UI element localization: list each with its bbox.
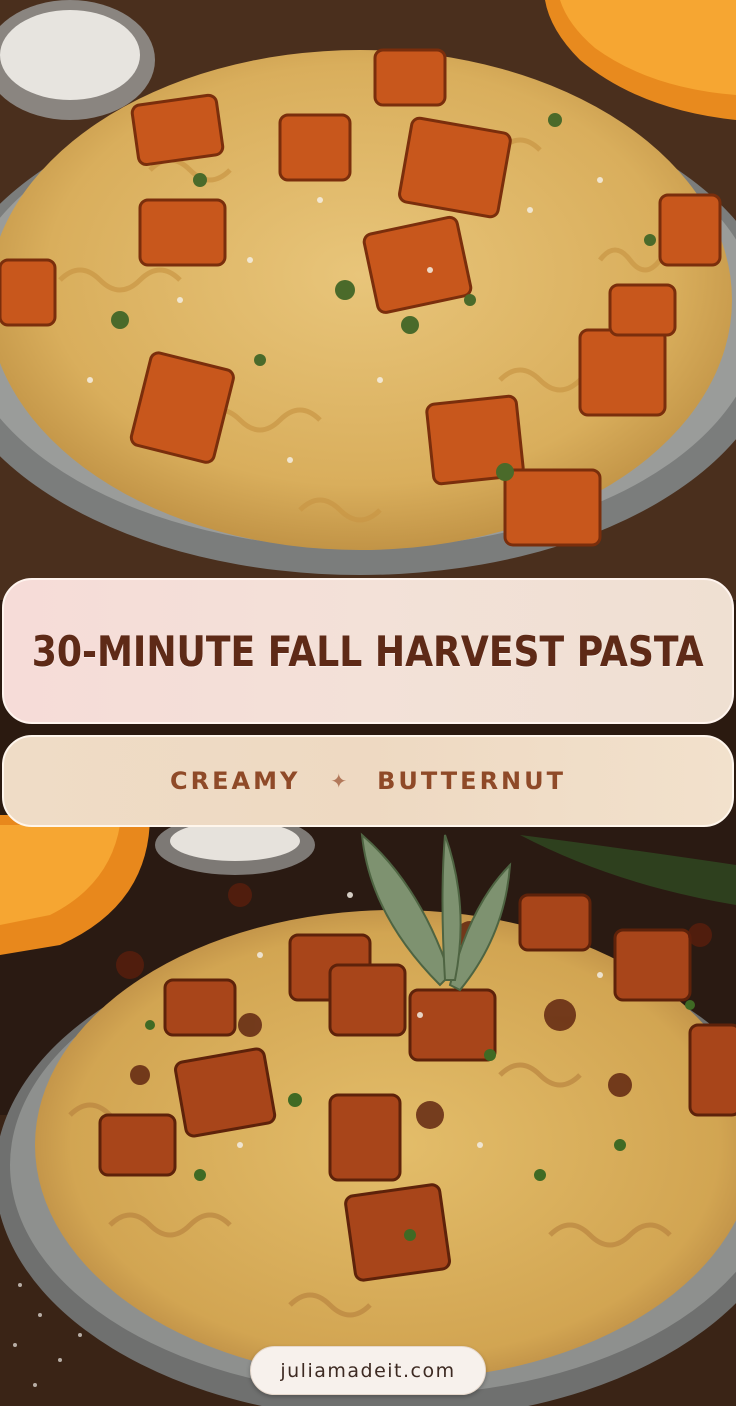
subtitle-right: BUTTERNUT xyxy=(377,767,566,795)
website-badge[interactable]: juliamadeit.com xyxy=(250,1346,486,1395)
subtitle-banner: CREAMY ✦ BUTTERNUT xyxy=(2,735,734,827)
top-pasta-photo xyxy=(0,0,736,600)
title-banner: 30-MINUTE FALL HARVEST PASTA xyxy=(2,578,734,724)
website-link[interactable]: juliamadeit.com xyxy=(280,1360,455,1382)
bottom-pasta-photo xyxy=(0,815,736,1406)
recipe-title: 30-MINUTE FALL HARVEST PASTA xyxy=(32,626,704,676)
sparkle-icon: ✦ xyxy=(330,770,348,793)
subtitle-left: CREAMY xyxy=(170,767,301,795)
